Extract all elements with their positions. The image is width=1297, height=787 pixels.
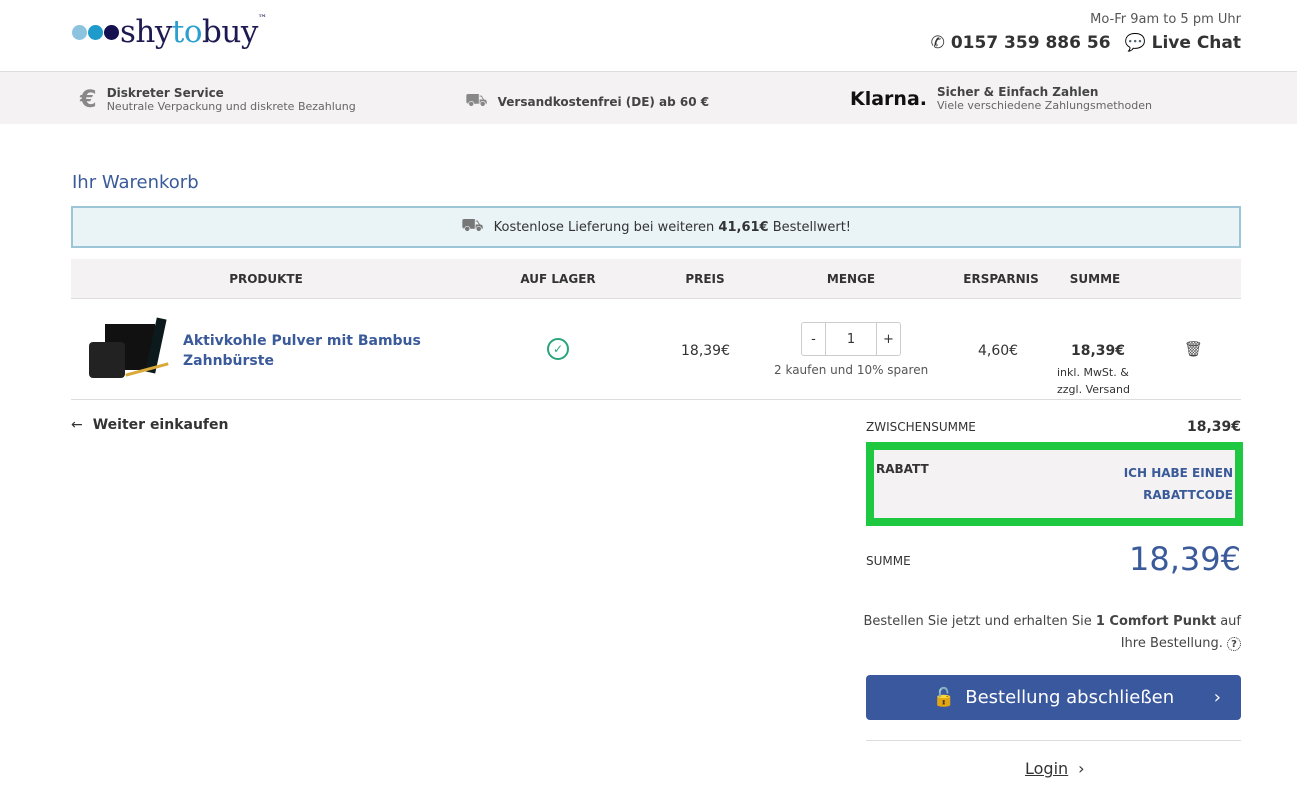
feature-title: Sicher & Einfach Zahlen (937, 85, 1099, 99)
subtotal-value: 18,39€ (1186, 419, 1241, 435)
login-link[interactable]: Login › (1025, 759, 1085, 778)
total-label: SUMME (866, 554, 911, 568)
trash-icon[interactable]: 🗑 (1184, 340, 1203, 358)
column-header: ERSPARNIS (963, 272, 1039, 286)
usp-bar: € Diskreter Service Neutrale Verpackung u… (0, 71, 1297, 124)
column-header: MENGE (826, 272, 876, 286)
chevron-right-icon: › (1078, 759, 1085, 778)
euro-icon: € (80, 85, 97, 113)
arrow-left-icon: ← (71, 417, 83, 433)
lock-icon: 🔓 (932, 687, 956, 708)
logo-dot (104, 24, 119, 40)
chevron-right-icon: › (1213, 687, 1221, 708)
quantity-input[interactable]: 1 (826, 323, 876, 355)
free-shipping-notice: ⛟ Kostenlose Lieferung bei weiteren 41,6… (71, 206, 1241, 248)
logo[interactable]: shytobuy™ (72, 14, 267, 50)
tax-note: inkl. MwSt. & (1057, 366, 1129, 379)
total-value: 18,39€ (1129, 540, 1241, 578)
logo-dot (72, 24, 87, 40)
discount-section: RABATT ICH HABE EINEN RABATTCODE (866, 442, 1243, 526)
discount-code-link[interactable]: ICH HABE EINEN RABATTCODE (1124, 462, 1233, 506)
chat-icon: 💬 (1124, 33, 1146, 53)
subtotal-label: ZWISCHENSUMME (866, 420, 976, 434)
column-header: SUMME (1069, 272, 1121, 286)
truck-icon: ⛟ (465, 90, 488, 111)
product-image[interactable] (85, 317, 175, 382)
quantity-stepper[interactable]: - 1 + (801, 322, 901, 356)
feature-title: Diskreter Service (106, 85, 224, 100)
phone-icon: ✆ (930, 33, 945, 53)
page-title: Ihr Warenkorb (72, 172, 199, 193)
feature-title: Versandkostenfrei (DE) ab 60 € (497, 95, 710, 109)
divider (866, 740, 1241, 741)
increase-button[interactable]: + (876, 323, 900, 355)
opening-hours: Mo-Fr 9am to 5 pm Uhr (1090, 12, 1241, 27)
cart-table-header: PRODUKTE AUF LAGER PREIS MENGE ERSPARNIS… (71, 259, 1241, 299)
bulk-offer: 2 kaufen und 10% sparen (774, 363, 929, 377)
live-chat-link[interactable]: 💬 Live Chat (1125, 33, 1241, 53)
product-name-link[interactable]: Aktivkohle Pulver mit Bambus Zahnbürste (183, 331, 423, 371)
unit-price: 18,39€ (681, 343, 730, 359)
shipping-note: zzgl. Versand (1057, 383, 1130, 396)
truck-icon: ⛟ (460, 215, 484, 236)
comfort-points-note: Bestellen Sie jetzt und erhalten Sie 1 C… (863, 614, 1241, 651)
column-header: PRODUKTE (229, 272, 303, 286)
column-header: AUF LAGER (520, 272, 596, 286)
logo-dot (88, 24, 103, 40)
saving: 4,60€ (978, 343, 1019, 359)
in-stock-check-icon: ✓ (547, 338, 569, 360)
logo-text: shytobuy™ (120, 14, 267, 50)
checkout-button[interactable]: 🔓 Bestellung abschließen › (866, 675, 1241, 720)
decrease-button[interactable]: - (802, 323, 826, 355)
help-icon[interactable]: ? (1227, 637, 1241, 651)
phone-link[interactable]: ✆ 0157 359 886 56 (931, 33, 1111, 53)
line-total: 18,39€ (1071, 343, 1126, 359)
cart-item-row: Aktivkohle Pulver mit Bambus Zahnbürste … (71, 300, 1241, 400)
klarna-logo: Klarna. (850, 87, 927, 110)
column-header: PREIS (685, 272, 725, 286)
feature-sub: Viele verschiedene Zahlungsmethoden (937, 99, 1152, 112)
feature-sub: Neutrale Verpackung und diskrete Bezahlu… (106, 99, 356, 113)
discount-label: RABATT (876, 462, 929, 476)
continue-shopping-link[interactable]: ← Weiter einkaufen (71, 417, 228, 433)
